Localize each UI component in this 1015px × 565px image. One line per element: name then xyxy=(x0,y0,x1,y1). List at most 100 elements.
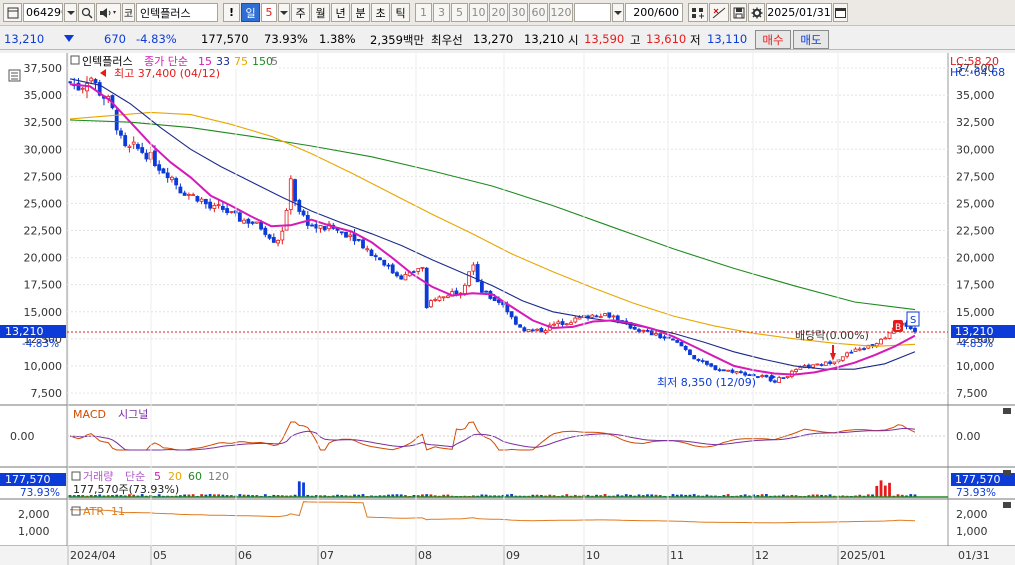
candle-body xyxy=(815,363,820,366)
data-count-field[interactable]: 200/600 xyxy=(625,3,683,22)
candle-body xyxy=(136,144,140,149)
volume: 177,570 xyxy=(201,32,249,46)
period-day-tab[interactable]: 일 xyxy=(241,3,260,22)
candle-body xyxy=(356,238,361,241)
grid-menu-icon[interactable] xyxy=(3,3,22,22)
volume-close-icon[interactable] xyxy=(1003,470,1011,476)
high-annotation: 최고 37,400 (04/12) xyxy=(114,67,220,80)
left-volume-pct: 73.93% xyxy=(20,487,60,499)
minute-option-60[interactable]: 60 xyxy=(529,3,548,22)
price-tick-right: 32,500 xyxy=(956,116,995,129)
chart-tools-button[interactable] xyxy=(688,3,708,22)
atr-right-tick-2000: 2,000 xyxy=(956,508,988,521)
price-change: 670 xyxy=(104,32,126,46)
left-price-tag-text: 13,210 xyxy=(5,325,44,338)
candle-body xyxy=(688,349,692,355)
minute-option-5[interactable]: 5 xyxy=(451,3,468,22)
candle-body xyxy=(140,147,145,153)
minute-option-20[interactable]: 20 xyxy=(489,3,508,22)
candle-body xyxy=(603,313,607,317)
candle-body xyxy=(883,337,888,340)
candle-body xyxy=(552,323,556,326)
save-button[interactable] xyxy=(730,3,747,22)
price-tick-left: 32,500 xyxy=(24,116,63,129)
period-dropdown-button[interactable] xyxy=(278,3,290,22)
candle-body xyxy=(199,198,204,202)
candle-body xyxy=(509,311,514,318)
settings-button[interactable] xyxy=(748,3,765,22)
atr-close-icon[interactable] xyxy=(1003,502,1011,508)
candle-body xyxy=(671,338,675,341)
alert-button[interactable]: ! xyxy=(223,3,240,22)
candle-body xyxy=(649,330,654,336)
candle-body xyxy=(484,290,489,293)
candle-body xyxy=(144,152,149,160)
chart-area[interactable]: 37,500 37,500 35,000 35,000 32,500 32,500 30,0… xyxy=(0,53,1015,565)
minute-option-1[interactable]: 1 xyxy=(415,3,432,22)
candle-body xyxy=(123,135,128,147)
candle-body xyxy=(471,264,476,272)
candle-body xyxy=(739,371,743,373)
speaker-button[interactable] xyxy=(96,3,121,22)
volume-bar xyxy=(888,482,891,497)
candle-body xyxy=(161,168,166,174)
date-input[interactable]: 2025/01/31 xyxy=(766,3,832,22)
candle-body xyxy=(853,348,858,352)
minute-option-10[interactable]: 10 xyxy=(469,3,488,22)
crossline-button[interactable] xyxy=(709,3,729,22)
buy-button[interactable]: 매수 xyxy=(755,30,791,49)
search-icon xyxy=(81,7,93,19)
search-button[interactable] xyxy=(78,3,95,22)
macd-title: MACD xyxy=(73,408,106,421)
chart-menu-icon[interactable] xyxy=(8,69,21,82)
period-number-input[interactable]: 5 xyxy=(261,3,277,22)
candle-body xyxy=(722,369,726,372)
candle-body xyxy=(195,196,200,202)
sell-button[interactable]: 매도 xyxy=(793,30,829,49)
minute-option-30[interactable]: 30 xyxy=(509,3,528,22)
candle-body xyxy=(845,352,849,357)
x-tick-label: 11 xyxy=(670,549,684,562)
candle-body xyxy=(174,178,179,186)
period-second-tab[interactable]: 초 xyxy=(371,3,390,22)
candle-body xyxy=(114,109,119,131)
period-month-tab[interactable]: 월 xyxy=(311,3,330,22)
stock-code-input[interactable]: 064290 xyxy=(23,3,63,22)
atr-left-tick-2000: 2,000 xyxy=(18,508,50,521)
candle-body xyxy=(598,316,603,318)
candle-body xyxy=(412,271,416,273)
candle-body xyxy=(832,361,837,365)
code-dropdown-button[interactable] xyxy=(64,3,77,22)
high-label: 고 xyxy=(630,33,641,47)
period-tick-tab[interactable]: 틱 xyxy=(391,3,410,22)
candle-body xyxy=(437,296,442,301)
price-tick-right: 7,500 xyxy=(956,387,988,400)
stock-name-field[interactable]: 인텍플러스 xyxy=(136,3,218,22)
period-minute-tab[interactable]: 분 xyxy=(351,3,370,22)
right-price-tag-text: 13,210 xyxy=(955,325,994,338)
custom-minute-input[interactable] xyxy=(574,3,611,22)
candle-body xyxy=(798,366,803,370)
candle-body xyxy=(361,239,365,249)
candle-body xyxy=(611,315,616,318)
minute-option-3[interactable]: 3 xyxy=(433,3,450,22)
bid-price: 13,210 xyxy=(524,32,565,46)
price-tick-right: 10,000 xyxy=(956,360,995,373)
price-tick-left: 22,500 xyxy=(24,225,63,238)
sell-signal-text: S xyxy=(910,315,916,326)
minute-option-120[interactable]: 120 xyxy=(549,3,573,22)
period-week-tab[interactable]: 주 xyxy=(291,3,310,22)
candle-body xyxy=(594,315,599,318)
candle-body xyxy=(365,248,370,251)
low-price: 13,110 xyxy=(707,32,748,46)
minute-dropdown-button[interactable] xyxy=(612,3,624,22)
macd-close-icon[interactable] xyxy=(1003,408,1011,414)
candle-body xyxy=(216,204,221,207)
volume-bar xyxy=(302,482,305,497)
stock-chart-svg[interactable]: 37,500 37,50035,000 35,00032,500 32,50030,0… xyxy=(0,53,1015,565)
candle-body xyxy=(267,234,272,239)
trade-amount: 2,359백만 xyxy=(370,33,425,47)
period-year-tab[interactable]: 년 xyxy=(331,3,350,22)
candle-body xyxy=(318,225,323,229)
calendar-button[interactable] xyxy=(833,3,848,22)
